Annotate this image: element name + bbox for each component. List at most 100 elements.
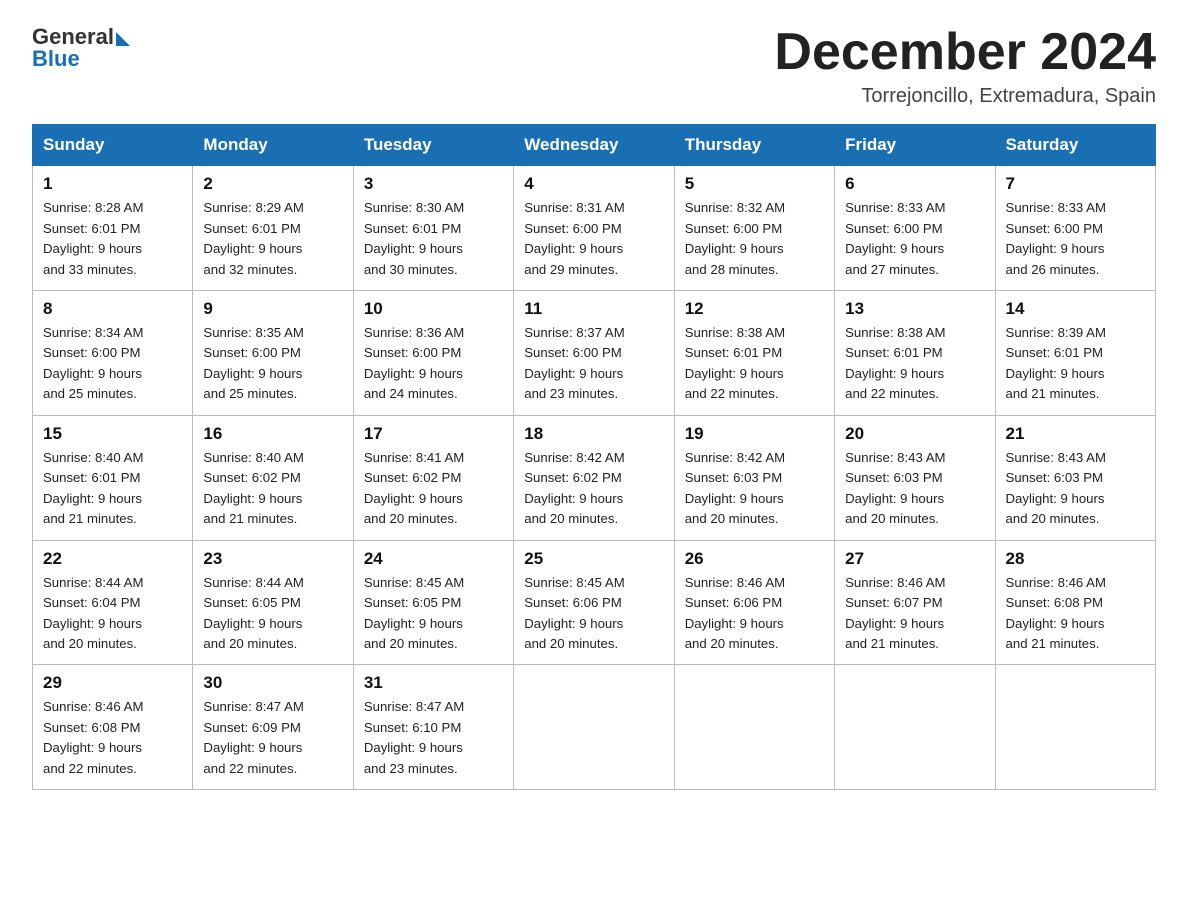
day-info: Sunrise: 8:42 AMSunset: 6:03 PMDaylight:… [685, 448, 824, 530]
day-number: 13 [845, 299, 984, 319]
day-info: Sunrise: 8:29 AMSunset: 6:01 PMDaylight:… [203, 198, 342, 280]
calendar-cell: 28 Sunrise: 8:46 AMSunset: 6:08 PMDayligh… [995, 540, 1155, 665]
week-row-2: 8 Sunrise: 8:34 AMSunset: 6:00 PMDaylight… [33, 291, 1156, 416]
calendar-cell: 1 Sunrise: 8:28 AMSunset: 6:01 PMDaylight… [33, 166, 193, 291]
calendar-cell: 4 Sunrise: 8:31 AMSunset: 6:00 PMDaylight… [514, 166, 674, 291]
calendar-table: SundayMondayTuesdayWednesdayThursdayFrid… [32, 124, 1156, 790]
week-row-4: 22Sunrise: 8:44 AMSunset: 6:04 PMDayligh… [33, 540, 1156, 665]
day-number: 24 [364, 549, 503, 569]
calendar-cell: 17 Sunrise: 8:41 AMSunset: 6:02 PMDayligh… [353, 415, 513, 540]
day-number: 27 [845, 549, 984, 569]
day-number: 3 [364, 174, 503, 194]
day-number: 30 [203, 673, 342, 693]
calendar-cell: 19 Sunrise: 8:42 AMSunset: 6:03 PMDayligh… [674, 415, 834, 540]
day-info: Sunrise: 8:38 AMSunset: 6:01 PMDaylight:… [845, 323, 984, 405]
calendar-cell [674, 665, 834, 790]
day-info: Sunrise: 8:45 AMSunset: 6:06 PMDaylight:… [524, 573, 663, 655]
weekday-header-row: SundayMondayTuesdayWednesdayThursdayFrid… [33, 125, 1156, 166]
day-info: Sunrise: 8:47 AMSunset: 6:09 PMDaylight:… [203, 697, 342, 779]
calendar-cell: 2 Sunrise: 8:29 AMSunset: 6:01 PMDaylight… [193, 166, 353, 291]
page-header: General Blue December 2024 Torrejoncillo… [32, 24, 1156, 108]
calendar-cell: 12 Sunrise: 8:38 AMSunset: 6:01 PMDayligh… [674, 291, 834, 416]
day-number: 14 [1006, 299, 1145, 319]
calendar-cell: 11 Sunrise: 8:37 AMSunset: 6:00 PMDayligh… [514, 291, 674, 416]
day-number: 15 [43, 424, 182, 444]
logo-blue: Blue [32, 46, 80, 72]
day-info: Sunrise: 8:33 AMSunset: 6:00 PMDaylight:… [845, 198, 984, 280]
day-info: Sunrise: 8:38 AMSunset: 6:01 PMDaylight:… [685, 323, 824, 405]
day-info: Sunrise: 8:41 AMSunset: 6:02 PMDaylight:… [364, 448, 503, 530]
weekday-header-tuesday: Tuesday [353, 125, 513, 166]
calendar-cell: 16Sunrise: 8:40 AMSunset: 6:02 PMDayligh… [193, 415, 353, 540]
day-number: 2 [203, 174, 342, 194]
day-number: 6 [845, 174, 984, 194]
day-number: 19 [685, 424, 824, 444]
day-info: Sunrise: 8:46 AMSunset: 6:08 PMDaylight:… [43, 697, 182, 779]
day-info: Sunrise: 8:28 AMSunset: 6:01 PMDaylight:… [43, 198, 182, 280]
calendar-cell: 23 Sunrise: 8:44 AMSunset: 6:05 PMDayligh… [193, 540, 353, 665]
day-info: Sunrise: 8:34 AMSunset: 6:00 PMDaylight:… [43, 323, 182, 405]
weekday-header-thursday: Thursday [674, 125, 834, 166]
week-row-3: 15 Sunrise: 8:40 AMSunset: 6:01 PMDayligh… [33, 415, 1156, 540]
month-title: December 2024 [774, 24, 1156, 81]
calendar-cell: 5Sunrise: 8:32 AMSunset: 6:00 PMDaylight… [674, 166, 834, 291]
day-number: 17 [364, 424, 503, 444]
calendar-cell: 26Sunrise: 8:46 AMSunset: 6:06 PMDayligh… [674, 540, 834, 665]
calendar-cell: 31 Sunrise: 8:47 AMSunset: 6:10 PMDayligh… [353, 665, 513, 790]
day-number: 8 [43, 299, 182, 319]
calendar-cell: 25Sunrise: 8:45 AMSunset: 6:06 PMDayligh… [514, 540, 674, 665]
calendar-cell [995, 665, 1155, 790]
day-info: Sunrise: 8:40 AMSunset: 6:01 PMDaylight:… [43, 448, 182, 530]
day-number: 16 [203, 424, 342, 444]
calendar-cell: 20 Sunrise: 8:43 AMSunset: 6:03 PMDayligh… [835, 415, 995, 540]
title-area: December 2024 Torrejoncillo, Extremadura… [774, 24, 1156, 108]
weekday-header-wednesday: Wednesday [514, 125, 674, 166]
day-number: 12 [685, 299, 824, 319]
calendar-cell: 9 Sunrise: 8:35 AMSunset: 6:00 PMDaylight… [193, 291, 353, 416]
day-info: Sunrise: 8:36 AMSunset: 6:00 PMDaylight:… [364, 323, 503, 405]
day-number: 1 [43, 174, 182, 194]
calendar-cell: 7 Sunrise: 8:33 AMSunset: 6:00 PMDaylight… [995, 166, 1155, 291]
day-number: 31 [364, 673, 503, 693]
day-number: 20 [845, 424, 984, 444]
day-number: 28 [1006, 549, 1145, 569]
calendar-cell: 22Sunrise: 8:44 AMSunset: 6:04 PMDayligh… [33, 540, 193, 665]
calendar-cell: 10Sunrise: 8:36 AMSunset: 6:00 PMDayligh… [353, 291, 513, 416]
calendar-cell: 3 Sunrise: 8:30 AMSunset: 6:01 PMDaylight… [353, 166, 513, 291]
calendar-cell: 14 Sunrise: 8:39 AMSunset: 6:01 PMDayligh… [995, 291, 1155, 416]
day-number: 7 [1006, 174, 1145, 194]
day-number: 23 [203, 549, 342, 569]
day-info: Sunrise: 8:35 AMSunset: 6:00 PMDaylight:… [203, 323, 342, 405]
weekday-header-saturday: Saturday [995, 125, 1155, 166]
day-number: 11 [524, 299, 663, 319]
weekday-header-monday: Monday [193, 125, 353, 166]
day-info: Sunrise: 8:37 AMSunset: 6:00 PMDaylight:… [524, 323, 663, 405]
calendar-cell: 29 Sunrise: 8:46 AMSunset: 6:08 PMDayligh… [33, 665, 193, 790]
day-info: Sunrise: 8:42 AMSunset: 6:02 PMDaylight:… [524, 448, 663, 530]
day-info: Sunrise: 8:33 AMSunset: 6:00 PMDaylight:… [1006, 198, 1145, 280]
day-info: Sunrise: 8:46 AMSunset: 6:06 PMDaylight:… [685, 573, 824, 655]
day-info: Sunrise: 8:30 AMSunset: 6:01 PMDaylight:… [364, 198, 503, 280]
calendar-cell: 21Sunrise: 8:43 AMSunset: 6:03 PMDayligh… [995, 415, 1155, 540]
day-info: Sunrise: 8:44 AMSunset: 6:05 PMDaylight:… [203, 573, 342, 655]
logo: General Blue [32, 24, 130, 72]
day-number: 29 [43, 673, 182, 693]
day-info: Sunrise: 8:46 AMSunset: 6:08 PMDaylight:… [1006, 573, 1145, 655]
calendar-cell [514, 665, 674, 790]
day-info: Sunrise: 8:47 AMSunset: 6:10 PMDaylight:… [364, 697, 503, 779]
logo-triangle-icon [116, 32, 130, 46]
calendar-cell: 6 Sunrise: 8:33 AMSunset: 6:00 PMDaylight… [835, 166, 995, 291]
day-number: 9 [203, 299, 342, 319]
day-info: Sunrise: 8:39 AMSunset: 6:01 PMDaylight:… [1006, 323, 1145, 405]
location: Torrejoncillo, Extremadura, Spain [774, 85, 1156, 108]
day-info: Sunrise: 8:44 AMSunset: 6:04 PMDaylight:… [43, 573, 182, 655]
day-info: Sunrise: 8:31 AMSunset: 6:00 PMDaylight:… [524, 198, 663, 280]
day-info: Sunrise: 8:43 AMSunset: 6:03 PMDaylight:… [845, 448, 984, 530]
day-number: 5 [685, 174, 824, 194]
calendar-cell: 27 Sunrise: 8:46 AMSunset: 6:07 PMDayligh… [835, 540, 995, 665]
weekday-header-sunday: Sunday [33, 125, 193, 166]
day-info: Sunrise: 8:46 AMSunset: 6:07 PMDaylight:… [845, 573, 984, 655]
day-number: 4 [524, 174, 663, 194]
calendar-cell: 30 Sunrise: 8:47 AMSunset: 6:09 PMDayligh… [193, 665, 353, 790]
day-number: 21 [1006, 424, 1145, 444]
